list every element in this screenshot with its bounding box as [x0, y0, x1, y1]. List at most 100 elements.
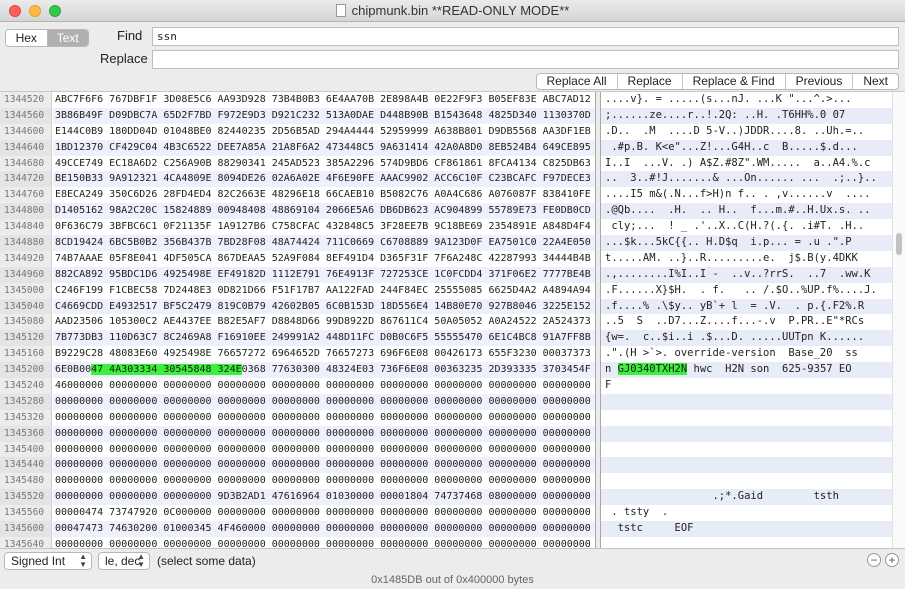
text-row[interactable]: .f....% .\$y.. yB`+ l = .V. . p.{.F2%.R [601, 298, 892, 315]
hex-row[interactable]: 00047473 74630200 01000345 4F460000 0000… [53, 521, 595, 537]
offset-cell: 1344560 [0, 107, 51, 124]
hex-row[interactable]: 8CD19424 6BC5B0B2 356B437B 7BD28F08 48A7… [53, 235, 595, 251]
hex-row[interactable]: AAD23506 105300C2 AE4437EE B82E5AF7 D884… [53, 314, 595, 330]
text-chars: n [605, 363, 618, 376]
text-row[interactable]: F [601, 378, 892, 394]
text-chars: hwc H2N son 625-9357 EO [687, 363, 852, 376]
add-inspector-button[interactable]: + [885, 553, 899, 567]
text-row[interactable] [601, 473, 892, 489]
hex-column[interactable]: ABC7F6F6 767DBF1F 3D08E5C6 AA93D928 73B4… [53, 92, 595, 548]
hex-row[interactable]: BE150B33 9A912321 4CA4809E 8094DE26 02A6… [53, 171, 595, 188]
text-row[interactable]: .,........I%I..I - ..v..?rrS. ..7 .ww.K [601, 266, 892, 283]
hex-row[interactable]: 00000000 00000000 00000000 00000000 0000… [53, 425, 595, 442]
hex-row[interactable]: C246F199 F1CBEC58 7D2448E3 0D821D66 F51F… [53, 283, 595, 299]
hex-row[interactable]: 882CA892 95BDC1D6 4925498E EF49182D 1112… [53, 266, 595, 283]
offset-cell: 1344600 [4, 125, 45, 137]
text-row[interactable]: .D.. .M ....D 5-V..)JDDR....8. ..Uh.=.. [601, 124, 892, 140]
text-row[interactable]: tstc EOF [601, 521, 892, 537]
find-button-bar: Replace All Replace Replace & Find Previ… [535, 73, 899, 90]
hex-row[interactable]: 00000000 00000000 00000000 9D3B2AD1 4761… [53, 489, 595, 506]
text-row[interactable] [601, 457, 892, 474]
text-row[interactable] [601, 393, 892, 410]
byte-position-footer: 0x1485DB out of 0x400000 bytes [0, 572, 905, 589]
offset-cell: 1345080 [4, 316, 45, 328]
data-type-value: Signed Int [11, 554, 66, 568]
offset-cell: 1344760 [4, 189, 45, 201]
offset-cell: 1345360 [0, 425, 51, 442]
text-row[interactable]: n GJ0340TXH2N hwc H2N son 625-9357 EO [601, 362, 892, 379]
text-row[interactable]: .@Qb.... .H. .. H.. f...m.#..H.Ux.s. .. [601, 203, 892, 220]
hex-row[interactable]: 00000000 00000000 00000000 00000000 0000… [53, 473, 595, 489]
hex-row[interactable]: E144C0B9 180DD04D 01048BE0 82440235 2D56… [53, 124, 595, 140]
text-row[interactable] [601, 425, 892, 442]
hex-row[interactable]: 46000000 00000000 00000000 00000000 0000… [53, 378, 595, 394]
selection-status: (select some data) [157, 554, 256, 568]
offset-cell: 1345320 [4, 411, 45, 423]
hex-row[interactable]: 00000000 00000000 00000000 00000000 0000… [53, 537, 595, 548]
hex-row[interactable]: 00000474 73747920 0C000000 00000000 0000… [53, 505, 595, 521]
offset-cell: 1345200 [0, 362, 51, 379]
hex-row[interactable]: D1405162 98A2C20C 15824889 00948408 4886… [53, 203, 595, 220]
offset-cell: 1345400 [4, 443, 45, 455]
text-row[interactable]: .#p.B. K<e"...Z!...G4H..c B.....$.d... [601, 139, 892, 156]
hex-row[interactable]: 7B773DB3 110D63C7 8C2469A8 F16910EE 2499… [53, 330, 595, 347]
hex-row[interactable]: 0F636C79 3BFBC6C1 0F21135F 1A9127B6 C758… [53, 219, 595, 235]
hex-row[interactable]: 1BD12370 CF429C04 4B3C6522 DEE7A85A 21A8… [53, 139, 595, 156]
text-row[interactable] [601, 410, 892, 426]
text-row[interactable]: ....I5 m&(.N...f>H)n f.. . ,v......v ...… [601, 187, 892, 203]
remove-inspector-button[interactable]: − [867, 553, 881, 567]
hex-row[interactable]: B9229C28 48083E60 4925498E 76657272 6964… [53, 346, 595, 362]
text-row[interactable]: .F......X}$H. . f. .. /.$O..%UP.f%....J. [601, 283, 892, 299]
hex-row[interactable]: 00000000 00000000 00000000 00000000 0000… [53, 457, 595, 474]
text-row[interactable]: ...$k...5kC{{.. H.D$q i.p... = .u .".P [601, 235, 892, 251]
hex-mode-button[interactable]: Hex [6, 30, 48, 46]
replace-all-button[interactable]: Replace All [537, 74, 617, 89]
offset-column: 1344520 1344560 1344600 1344640 1344680 13447… [0, 92, 52, 548]
offset-cell: 1345000 [4, 284, 45, 296]
text-row[interactable]: .. 3..#!J.......& ...On...... ... .;..}.… [601, 171, 892, 188]
status-bar: Signed Int ▲ ▼ le, dec ▲ ▼ (select some da… [0, 548, 905, 572]
text-row[interactable]: .".(H >`>. override-version Base_20 ss [601, 346, 892, 362]
replace-input[interactable] [152, 50, 899, 69]
hex-row[interactable]: 74B7AAAE 05F8E041 4DF505CA 867DEAA5 52A9… [53, 251, 595, 267]
vertical-scrollbar[interactable] [892, 92, 905, 548]
hex-row[interactable]: E8ECA249 350C6D26 28FD4ED4 82C2663E 4829… [53, 187, 595, 203]
data-type-popup[interactable]: Signed Int ▲ ▼ [4, 552, 92, 570]
hex-row[interactable]: 3B86B49F D09DBC7A 65D2F7BD F972E9D3 D921… [53, 107, 595, 124]
replace-button[interactable]: Replace [616, 74, 682, 89]
text-row[interactable]: .;*.Gaid tsth [601, 489, 892, 506]
hex-row[interactable]: C4669CDD E4932517 BF5C2479 819C0B79 4260… [53, 298, 595, 315]
text-row[interactable]: . tsty . [601, 505, 892, 521]
find-replace-panel: Hex Text Find ssn Replace Replace All Re… [0, 23, 905, 91]
hex-row[interactable]: 6E0B0047 4A303334 30545848 324E0368 7763… [53, 362, 595, 379]
text-row[interactable]: cly;... ! _ .'..X..C(H.?(.{. .i#T. .H.. [601, 219, 892, 235]
text-mode-button[interactable]: Text [47, 30, 88, 46]
previous-button[interactable]: Previous [784, 74, 853, 89]
endianness-popup[interactable]: le, dec ▲ ▼ [98, 552, 150, 570]
next-button[interactable]: Next [852, 74, 898, 89]
offset-cell: 1345240 [4, 380, 45, 392]
scrollbar-thumb[interactable] [896, 233, 902, 255]
document-icon [335, 4, 346, 17]
text-column[interactable]: ....v}. = .....(s...nJ. ...K "...^.>...;… [601, 92, 892, 548]
hex-bytes: 0368 77630300 48324E03 736F6E08 00363235… [241, 364, 591, 376]
find-input[interactable]: ssn [152, 27, 899, 46]
hex-row[interactable]: 00000000 00000000 00000000 00000000 0000… [53, 393, 595, 410]
text-row[interactable]: ;......ze....r..!.2Q: ..H. .T6HH%.0 07 [601, 107, 892, 124]
text-row[interactable]: {w=. c..$i..i .$...D. .....UUTpn K...... [601, 330, 892, 347]
hex-row[interactable]: ABC7F6F6 767DBF1F 3D08E5C6 AA93D928 73B4… [53, 92, 595, 108]
text-row[interactable]: ....v}. = .....(s...nJ. ...K "...^.>... [601, 92, 892, 108]
hex-row[interactable]: 49CCE749 EC18A6D2 C256A90B 88290341 245A… [53, 156, 595, 172]
offset-cell: 1344520 [4, 94, 45, 105]
up-down-arrows-icon: ▲ ▼ [137, 552, 145, 569]
hex-row[interactable]: 00000000 00000000 00000000 00000000 0000… [53, 410, 595, 426]
offset-cell: 1345160 [4, 348, 45, 360]
text-row[interactable]: t.....AM. ..}..R.........e. j$.B(y.4DKK [601, 251, 892, 267]
title-bar: chipmunk.bin **READ-ONLY MODE** [0, 0, 905, 22]
replace-and-find-button[interactable]: Replace & Find [681, 74, 785, 89]
text-row[interactable]: I..I ...V. .) A$Z.#8Z".WM..... a..A4.%.c [601, 156, 892, 172]
text-row[interactable] [601, 537, 892, 548]
text-row[interactable]: ..5 S ..D7...Z....f...-.v P.PR..E"*RCs [601, 314, 892, 330]
hex-row[interactable]: 00000000 00000000 00000000 00000000 0000… [53, 442, 595, 458]
text-row[interactable] [601, 442, 892, 458]
